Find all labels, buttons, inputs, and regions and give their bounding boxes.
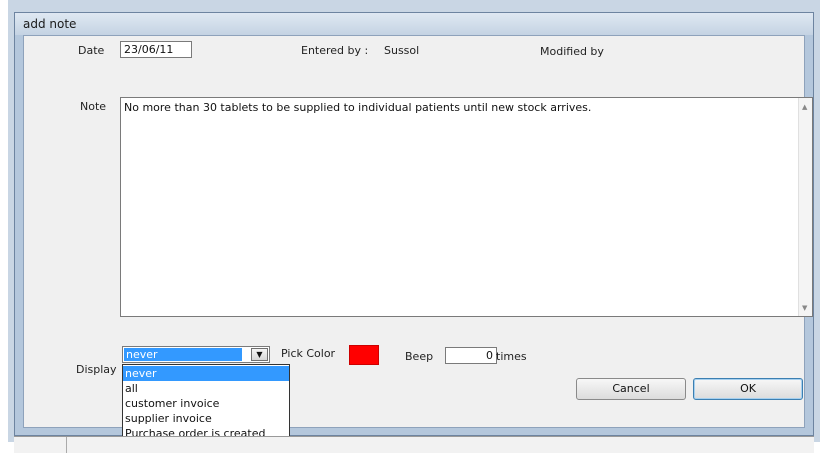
display-option-never[interactable]: never <box>123 366 289 381</box>
note-textarea[interactable]: No more than 30 tablets to be supplied t… <box>120 97 813 317</box>
scroll-down-icon[interactable]: ▼ <box>802 304 807 312</box>
background-window-strip <box>14 436 814 453</box>
beep-label: Beep <box>405 350 434 363</box>
note-text: No more than 30 tablets to be supplied t… <box>124 101 592 114</box>
beep-count-field[interactable]: 0 <box>445 347 497 364</box>
entered-by-label: Entered by : <box>301 44 369 57</box>
display-option-all[interactable]: all <box>123 381 289 396</box>
note-label: Note <box>80 100 107 113</box>
cancel-button[interactable]: Cancel <box>576 378 686 400</box>
display-option-customer-invoice[interactable]: customer invoice <box>123 396 289 411</box>
dialog-title: add note <box>23 17 77 31</box>
modified-by-label: Modified by <box>540 45 604 58</box>
display-options-list[interactable]: never all customer invoice supplier invo… <box>122 364 290 443</box>
entered-by-value: Sussol <box>384 44 420 57</box>
pick-color-swatch[interactable] <box>349 345 379 365</box>
date-label: Date <box>78 44 105 57</box>
beep-times-label: times <box>496 350 527 363</box>
date-field[interactable]: 23/06/11 <box>120 41 192 58</box>
ok-button[interactable]: OK <box>693 378 803 400</box>
pick-color-label: Pick Color <box>281 347 336 360</box>
scroll-up-icon[interactable]: ▲ <box>802 103 807 111</box>
note-scrollbar[interactable]: ▲ ▼ <box>798 98 812 316</box>
strip-divider <box>66 437 67 453</box>
display-select[interactable]: never ▼ <box>122 346 270 363</box>
title-bar[interactable]: add note <box>15 13 813 35</box>
chevron-down-icon[interactable]: ▼ <box>251 348 268 361</box>
display-label: Display <box>76 363 117 376</box>
display-option-supplier-invoice[interactable]: supplier invoice <box>123 411 289 426</box>
display-selected-value: never <box>124 348 242 361</box>
